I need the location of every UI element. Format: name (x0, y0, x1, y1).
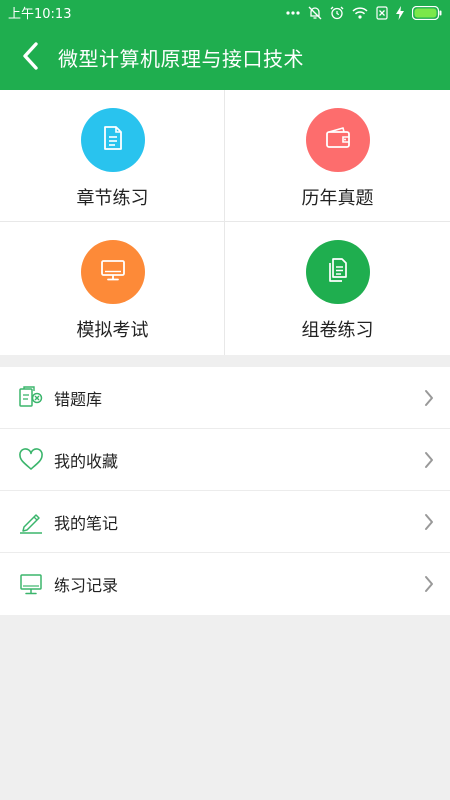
menu-item-wrong-questions[interactable]: 错题库 (0, 367, 450, 429)
grid-item-chapter-practice[interactable]: 章节练习 (0, 90, 225, 222)
papers-icon (326, 257, 350, 287)
menu-list: 错题库 我的收藏 我的笔记 练习记录 (0, 367, 450, 615)
grid-divider (224, 90, 225, 355)
battery-icon (412, 5, 442, 20)
menu-item-label: 错题库 (54, 389, 103, 409)
grid-icon-circle (80, 108, 145, 172)
pencil-icon (16, 507, 46, 537)
grid-item-label: 章节练习 (76, 188, 149, 209)
chevron-right-icon (424, 575, 434, 593)
wallet-icon (325, 126, 351, 154)
monitor-icon (100, 258, 126, 286)
grid-icon-circle (80, 240, 145, 304)
chevron-left-icon (21, 41, 39, 75)
menu-item-notes[interactable]: 我的笔记 (0, 491, 450, 553)
document-icon (101, 125, 125, 155)
grid-icon-circle (305, 240, 370, 304)
wrong-questions-icon (16, 383, 46, 413)
menu-item-favorites[interactable]: 我的收藏 (0, 429, 450, 491)
status-time: 上午10:13 (8, 7, 72, 22)
heart-icon (16, 445, 46, 475)
chevron-right-icon (424, 389, 434, 407)
wifi-icon (352, 6, 368, 19)
menu-item-practice-history[interactable]: 练习记录 (0, 553, 450, 615)
grid-item-mock-exam[interactable]: 模拟考试 (0, 222, 225, 354)
grid-divider (0, 221, 450, 222)
chevron-right-icon (424, 451, 434, 469)
menu-item-label: 我的笔记 (54, 513, 119, 533)
grid-item-label: 模拟考试 (76, 320, 149, 341)
back-button[interactable] (6, 25, 54, 90)
alarm-icon (330, 6, 344, 20)
chevron-right-icon (424, 513, 434, 531)
status-icons (286, 5, 442, 20)
grid-item-label: 组卷练习 (301, 320, 374, 341)
grid-item-label: 历年真题 (301, 188, 374, 209)
menu-item-label: 我的收藏 (54, 451, 119, 471)
muted-bell-icon (308, 6, 322, 20)
history-icon (16, 569, 46, 599)
menu-item-label: 练习记录 (54, 576, 119, 595)
feature-grid: 章节练习 历年真题 模拟考试 组卷练习 (0, 90, 450, 355)
grid-item-past-exams[interactable]: 历年真题 (225, 90, 450, 222)
more-dots-icon (286, 10, 300, 16)
no-sim-icon (376, 5, 388, 20)
status-bar: 上午10:13 (0, 0, 450, 25)
app-bar: 微型计算机原理与接口技术 (0, 25, 450, 90)
page-title: 微型计算机原理与接口技术 (58, 47, 304, 71)
grid-icon-circle (305, 108, 370, 172)
grid-item-compose-paper[interactable]: 组卷练习 (225, 222, 450, 354)
charging-bolt-icon (396, 5, 404, 20)
